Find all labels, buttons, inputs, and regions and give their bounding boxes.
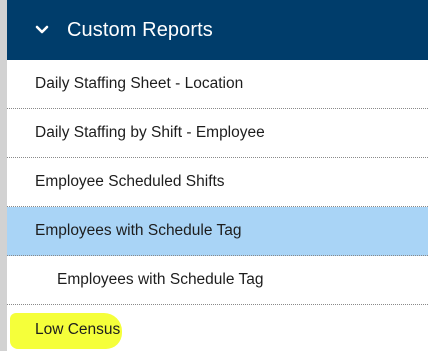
report-item-label: Employee Scheduled Shifts: [35, 173, 225, 190]
report-item-label: Low Census: [35, 320, 121, 338]
custom-reports-panel: Custom Reports Daily Staffing Sheet - Lo…: [0, 0, 428, 351]
chevron-down-icon[interactable]: [35, 23, 49, 37]
report-item-label: Daily Staffing by Shift - Employee: [35, 124, 265, 141]
report-item-low-census[interactable]: Low Census: [7, 305, 428, 354]
report-item-daily-staffing-by-shift-employee[interactable]: Daily Staffing by Shift - Employee: [7, 109, 428, 158]
report-item-employees-with-schedule-tag[interactable]: Employees with Schedule Tag: [7, 207, 428, 256]
report-item-label: Employees with Schedule Tag: [57, 271, 264, 288]
custom-reports-header[interactable]: Custom Reports: [7, 0, 428, 60]
report-item-label: Employees with Schedule Tag: [35, 222, 242, 239]
report-item-employee-scheduled-shifts[interactable]: Employee Scheduled Shifts: [7, 158, 428, 207]
report-item-label: Daily Staffing Sheet - Location: [35, 75, 244, 92]
report-item-daily-staffing-sheet-location[interactable]: Daily Staffing Sheet - Location: [7, 60, 428, 109]
section-title: Custom Reports: [67, 18, 213, 41]
report-subitem-employees-with-schedule-tag[interactable]: Employees with Schedule Tag: [7, 256, 428, 305]
left-rail: [0, 0, 7, 351]
reports-menu: Custom Reports Daily Staffing Sheet - Lo…: [7, 0, 428, 351]
